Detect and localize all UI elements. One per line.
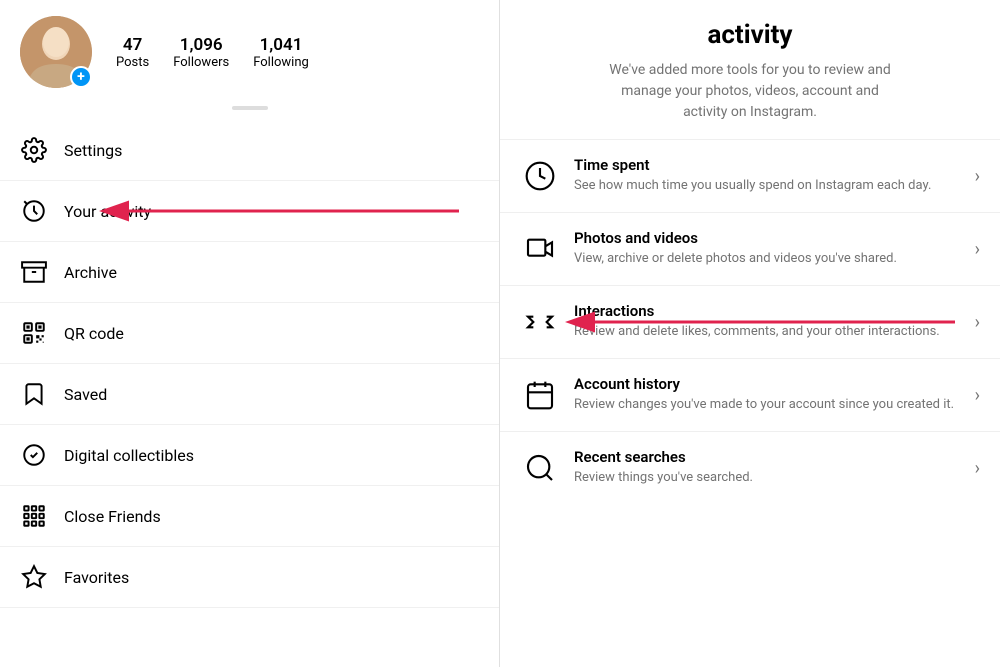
- menu-item-archive[interactable]: Archive: [0, 242, 499, 303]
- followers-stat: 1,096 Followers: [173, 35, 229, 70]
- saved-label: Saved: [64, 385, 107, 404]
- following-label: Following: [253, 55, 309, 70]
- posts-stat: 47 Posts: [116, 35, 149, 70]
- activity-item-time-spent[interactable]: Time spent See how much time you usually…: [500, 140, 1000, 213]
- activity-item-account-history[interactable]: Account history Review changes you've ma…: [500, 359, 1000, 432]
- gear-icon: [20, 136, 48, 164]
- right-header: activity We've added more tools for you …: [500, 0, 1000, 140]
- interactions-icon: [520, 302, 560, 342]
- collectibles-icon: [20, 441, 48, 469]
- add-story-button[interactable]: +: [70, 66, 92, 88]
- time-spent-chevron: ›: [975, 166, 980, 187]
- time-spent-text: Time spent See how much time you usually…: [574, 156, 961, 195]
- clock-icon: [520, 156, 560, 196]
- menu-item-qr-code[interactable]: QR code: [0, 303, 499, 364]
- profile-header: + 47 Posts 1,096 Followers 1,041 Followi…: [0, 0, 499, 100]
- bookmark-icon: [20, 380, 48, 408]
- media-icon: [520, 229, 560, 269]
- close-friends-label: Close Friends: [64, 507, 161, 526]
- followers-label: Followers: [173, 55, 229, 70]
- photos-videos-desc: View, archive or delete photos and video…: [574, 250, 961, 268]
- posts-count: 47: [123, 35, 142, 55]
- menu-item-settings[interactable]: Settings: [0, 120, 499, 181]
- activity-icon: [20, 197, 48, 225]
- posts-label: Posts: [116, 55, 149, 70]
- activity-items-list: Time spent See how much time you usually…: [500, 140, 1000, 667]
- following-count: 1,041: [260, 35, 303, 55]
- archive-icon: [20, 258, 48, 286]
- menu-list: Settings Your activity Arch: [0, 120, 499, 667]
- photos-videos-title: Photos and videos: [574, 229, 961, 247]
- menu-item-saved[interactable]: Saved: [0, 364, 499, 425]
- recent-searches-text: Recent searches Review things you've sea…: [574, 448, 961, 487]
- drag-bar: [232, 106, 268, 110]
- activity-item-recent-searches[interactable]: Recent searches Review things you've sea…: [500, 432, 1000, 504]
- left-panel: + 47 Posts 1,096 Followers 1,041 Followi…: [0, 0, 500, 667]
- your-activity-arrow-annotation: [119, 196, 479, 226]
- drag-handle: [0, 100, 499, 120]
- activity-subtitle: We've added more tools for you to review…: [600, 60, 900, 123]
- menu-item-favorites[interactable]: Favorites: [0, 547, 499, 608]
- account-history-text: Account history Review changes you've ma…: [574, 375, 961, 414]
- star-icon: [20, 563, 48, 591]
- recent-searches-title: Recent searches: [574, 448, 961, 466]
- recent-searches-chevron: ›: [975, 458, 980, 479]
- following-stat: 1,041 Following: [253, 35, 309, 70]
- account-history-desc: Review changes you've made to your accou…: [574, 396, 961, 414]
- menu-item-your-activity[interactable]: Your activity: [0, 181, 499, 242]
- recent-searches-desc: Review things you've searched.: [574, 469, 961, 487]
- time-spent-desc: See how much time you usually spend on I…: [574, 177, 961, 195]
- favorites-label: Favorites: [64, 568, 129, 587]
- stats-row: 47 Posts 1,096 Followers 1,041 Following: [116, 35, 309, 70]
- time-spent-title: Time spent: [574, 156, 961, 174]
- menu-item-digital-collectibles[interactable]: Digital collectibles: [0, 425, 499, 486]
- interactions-desc: Review and delete likes, comments, and y…: [574, 323, 961, 341]
- photos-videos-text: Photos and videos View, archive or delet…: [574, 229, 961, 268]
- menu-item-close-friends[interactable]: Close Friends: [0, 486, 499, 547]
- photos-videos-chevron: ›: [975, 239, 980, 260]
- archive-label: Archive: [64, 263, 117, 282]
- activity-item-interactions[interactable]: Interactions Review and delete likes, co…: [500, 286, 1000, 359]
- qr-code-icon: [20, 319, 48, 347]
- interactions-text: Interactions Review and delete likes, co…: [574, 302, 961, 341]
- settings-label: Settings: [64, 141, 122, 160]
- activity-title: activity: [524, 20, 976, 50]
- digital-collectibles-label: Digital collectibles: [64, 446, 194, 465]
- right-panel: activity We've added more tools for you …: [500, 0, 1000, 667]
- interactions-title: Interactions: [574, 302, 961, 320]
- avatar-wrapper: +: [20, 16, 92, 88]
- account-history-chevron: ›: [975, 385, 980, 406]
- search-icon: [520, 448, 560, 488]
- close-friends-icon: [20, 502, 48, 530]
- account-history-title: Account history: [574, 375, 961, 393]
- activity-item-photos-videos[interactable]: Photos and videos View, archive or delet…: [500, 213, 1000, 286]
- followers-count: 1,096: [180, 35, 223, 55]
- calendar-icon: [520, 375, 560, 415]
- qr-code-label: QR code: [64, 324, 124, 343]
- interactions-chevron: ›: [975, 312, 980, 333]
